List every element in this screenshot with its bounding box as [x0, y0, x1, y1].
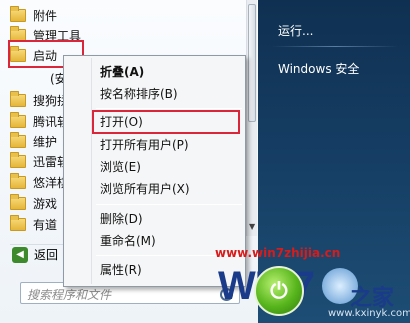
right-pane-separator — [272, 46, 398, 47]
program-folder-accessories[interactable]: 附件 — [10, 5, 246, 25]
run-item[interactable]: 运行... — [278, 22, 313, 39]
menu-item-open-all-users[interactable]: 打开所有用户(P) — [100, 135, 240, 155]
watermark-url: www.win7zhijia.cn — [215, 246, 341, 260]
folder-icon — [10, 90, 26, 107]
menu-item-open[interactable]: 打开(O) — [100, 112, 240, 132]
folder-icon — [10, 172, 26, 189]
menu-item-explore[interactable]: 浏览(E) — [100, 157, 240, 177]
menu-item-sort-by-name[interactable]: 按名称排序(B) — [100, 84, 240, 104]
menu-item-explore-all-users[interactable]: 浏览所有用户(X) — [100, 179, 240, 199]
folder-icon — [10, 151, 26, 168]
back-arrow-icon: ◀ — [12, 246, 28, 263]
search-placeholder: 搜索程序和文件 — [27, 288, 112, 302]
program-label: 附件 — [33, 8, 58, 23]
menu-item-delete[interactable]: 删除(D) — [100, 209, 240, 229]
windows-security-item[interactable]: Windows 安全 — [278, 60, 359, 77]
program-label: 管理工具 — [33, 28, 82, 43]
scrollbar-thumb[interactable] — [248, 4, 256, 122]
program-label: 启动 — [33, 48, 58, 63]
menu-gutter — [91, 58, 92, 284]
power-button[interactable]: ⏻ — [254, 266, 304, 316]
folder-icon — [10, 111, 26, 128]
folder-icon — [10, 25, 26, 42]
menu-separator — [96, 204, 242, 205]
program-label: 维护 — [33, 134, 58, 149]
folder-icon — [10, 214, 26, 231]
scroll-down-arrow-icon[interactable]: ▼ — [249, 222, 255, 231]
folder-icon — [10, 131, 26, 148]
programs-scrollbar[interactable]: ▼ — [246, 0, 257, 236]
watermark-site: www.kxinyk.com — [328, 308, 410, 319]
folder-icon — [10, 45, 26, 62]
program-label: 有道 — [33, 217, 58, 232]
menu-separator — [96, 108, 242, 109]
folder-icon — [10, 193, 26, 210]
program-label: 游戏 — [33, 196, 58, 211]
folder-icon — [10, 5, 26, 22]
menu-item-collapse[interactable]: 折叠(A) — [100, 62, 240, 82]
power-icon: ⏻ — [270, 278, 288, 304]
back-label: 返回 — [34, 248, 59, 262]
program-folder-admin-tools[interactable]: 管理工具 — [10, 25, 246, 45]
